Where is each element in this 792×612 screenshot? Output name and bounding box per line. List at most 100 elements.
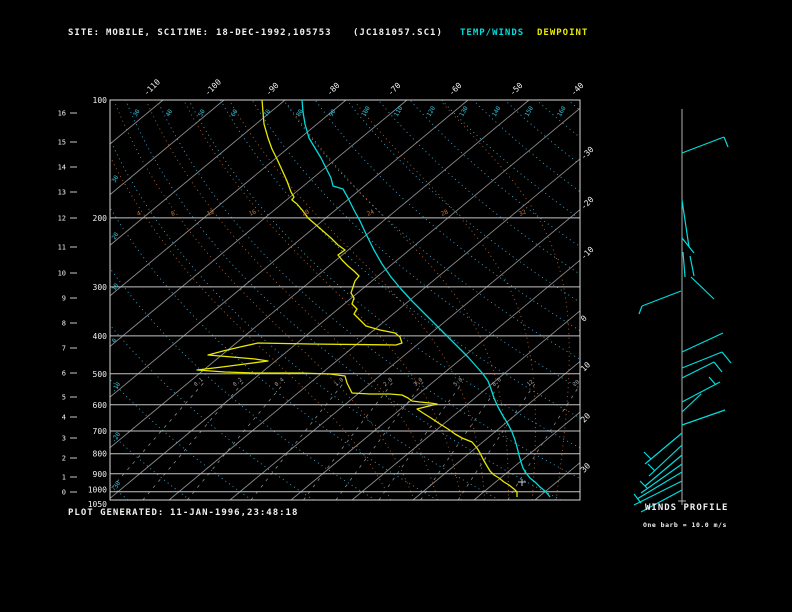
svg-text:300: 300 [93,283,108,292]
wind-barb [681,351,723,369]
svg-text:14: 14 [58,164,66,172]
svg-text:10: 10 [579,360,592,373]
svg-text:-50: -50 [508,81,525,98]
svg-text:160: 160 [556,105,568,118]
svg-text:10: 10 [58,270,66,278]
svg-text:900: 900 [93,470,108,479]
svg-text:4: 4 [62,414,66,422]
wind-barb [633,493,642,504]
wind-barb [689,255,695,277]
svg-text:2: 2 [62,455,66,463]
svg-text:50: 50 [197,108,207,118]
svg-text:1: 1 [62,474,66,482]
svg-text:-80: -80 [325,81,342,98]
svg-text:200: 200 [93,214,108,223]
wind-barb [713,361,723,373]
svg-text:2.0: 2.0 [383,377,394,388]
svg-text:8: 8 [62,320,66,328]
wind-barb [641,290,682,307]
wind-barb [682,251,686,278]
temp-curve [301,100,551,498]
plot-generated-label: PLOT GENERATED: [68,508,165,518]
svg-text:1.0: 1.0 [334,377,345,388]
svg-text:140: 140 [491,105,503,118]
svg-text:-20: -20 [579,195,596,212]
wind-barb [723,136,729,148]
svg-text:60: 60 [230,108,240,118]
svg-text:28: 28 [440,208,450,218]
moist-adiabats [110,102,570,500]
svg-text:0: 0 [62,489,66,497]
svg-text:12: 12 [526,379,535,388]
svg-text:-10: -10 [579,245,596,262]
svg-text:110: 110 [393,105,405,118]
svg-text:400: 400 [93,332,108,341]
svg-text:10: 10 [111,282,121,292]
svg-text:1000: 1000 [88,486,107,495]
svg-text:0: 0 [111,337,119,344]
winds-profile-title: WINDS PROFILE [645,503,729,513]
svg-text:9: 9 [62,295,66,303]
wind-barb [681,136,725,154]
gridline-labels: 30 40 50 60 70 80 90 100 110 120 130 140 150 16030201… [111,105,581,493]
winds-profile-panel [633,109,732,513]
svg-text:150: 150 [524,105,536,118]
svg-text:20: 20 [579,411,592,424]
svg-text:30: 30 [132,108,142,118]
svg-text:30: 30 [111,174,121,184]
svg-text:0: 0 [579,314,589,324]
wind-barb [640,463,683,494]
svg-text:16: 16 [58,110,66,118]
sounding-app-screen: SITE: MOBILE, SC1 TIME: 18-DEC-1992,1057… [0,0,792,612]
svg-text:-70: -70 [386,81,403,98]
winds-profile-subtitle: One barb = 10.0 m/s [643,521,727,529]
svg-text:100: 100 [360,105,372,118]
plot-generated-value: 11-JAN-1996,23:48:18 [170,508,299,518]
svg-text:3: 3 [62,435,66,443]
svg-text:6: 6 [62,370,66,378]
svg-text:8.0: 8.0 [491,377,502,388]
sounding-curves [196,100,551,498]
mixing-ratio-lines [110,381,580,500]
svg-text:0.2: 0.2 [232,377,243,388]
svg-text:30: 30 [579,461,592,474]
wind-barb [690,276,715,300]
svg-text:-10: -10 [111,381,123,394]
wind-barb [648,444,683,477]
svg-text:-30: -30 [111,480,123,493]
svg-text:70: 70 [262,108,272,118]
svg-text:-100: -100 [203,77,223,97]
svg-text:15: 15 [58,139,66,147]
wind-barb [638,305,643,315]
svg-text:5: 5 [62,394,66,402]
wind-barb [721,351,732,364]
wind-barb [643,451,652,460]
svg-text:8: 8 [170,210,177,218]
wind-barb [647,463,656,472]
svg-text:120: 120 [426,105,438,118]
svg-text:12: 12 [58,215,66,223]
svg-text:500: 500 [93,370,108,379]
svg-text:-90: -90 [264,81,281,98]
svg-text:-60: -60 [447,81,464,98]
svg-text:5.0: 5.0 [453,377,464,388]
svg-text:11: 11 [58,244,66,252]
svg-text:0.1: 0.1 [193,377,204,388]
svg-text:7: 7 [62,345,66,353]
svg-text:0.4: 0.4 [274,377,286,388]
wind-barb [681,361,715,379]
axis-labels: 1002003004005006007008009001000105016151… [58,77,596,509]
svg-text:-40: -40 [569,81,586,98]
svg-text:24: 24 [366,208,376,218]
surface-marker [518,479,526,486]
svg-text:800: 800 [93,450,108,459]
svg-text:600: 600 [93,401,108,410]
wind-barb [681,381,721,403]
svg-text:700: 700 [93,427,108,436]
svg-text:-110: -110 [142,77,162,97]
svg-text:20: 20 [111,231,121,241]
wind-barb [681,409,726,426]
svg-text:90: 90 [328,108,338,118]
svg-text:100: 100 [93,96,108,105]
wind-barb [708,376,717,386]
